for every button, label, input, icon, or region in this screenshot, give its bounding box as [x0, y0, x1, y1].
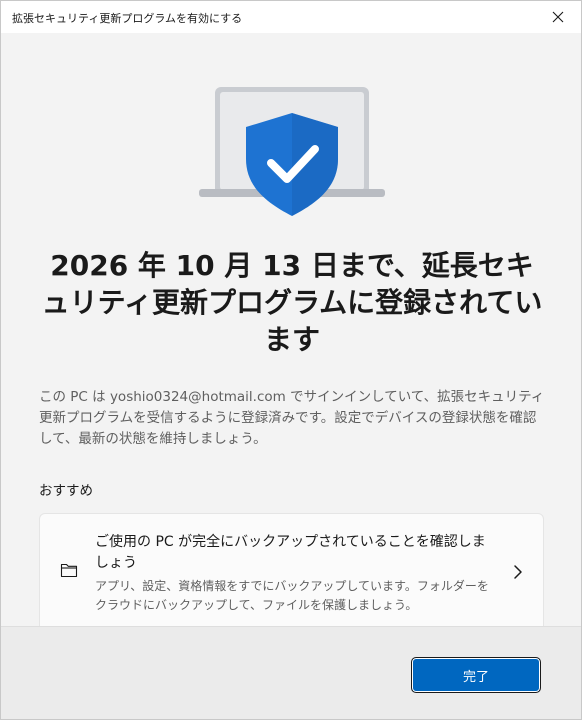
dialog-content: 2026 年 10 月 13 日まで、延長セキュリティ更新プログラムに登録されて…: [1, 33, 581, 626]
laptop-shield-illustration: [199, 87, 385, 216]
card-title: ご使用の PC が完全にバックアップされていることを確認しましょう: [95, 534, 486, 571]
backup-recommendation-card[interactable]: ご使用の PC が完全にバックアップされていることを確認しましょう アプリ、設定…: [39, 513, 544, 626]
dialog-window: 拡張セキュリティ更新プログラムを有効にする 2026 年 10 月 13 日まで…: [0, 0, 582, 720]
window-title: 拡張セキュリティ更新プログラムを有効にする: [12, 12, 243, 25]
close-icon: [552, 11, 564, 23]
card-description: アプリ、設定、資格情報をすでにバックアップしています。フォルダーをクラウドにバッ…: [95, 579, 489, 612]
close-button[interactable]: [535, 1, 581, 33]
done-button[interactable]: 完了: [411, 657, 541, 693]
dialog-footer: 完了: [1, 626, 581, 719]
recommended-label: おすすめ: [39, 483, 93, 499]
page-heading: 2026 年 10 月 13 日まで、延長セキュリティ更新プログラムに登録されて…: [41, 249, 543, 356]
shield-check-icon: [246, 113, 338, 216]
title-bar: 拡張セキュリティ更新プログラムを有効にする: [1, 1, 581, 33]
page-description: この PC は yoshio0324@hotmail.com でサインインしてい…: [39, 389, 545, 447]
folder-icon: [60, 563, 78, 578]
chevron-right-icon: [514, 565, 522, 579]
